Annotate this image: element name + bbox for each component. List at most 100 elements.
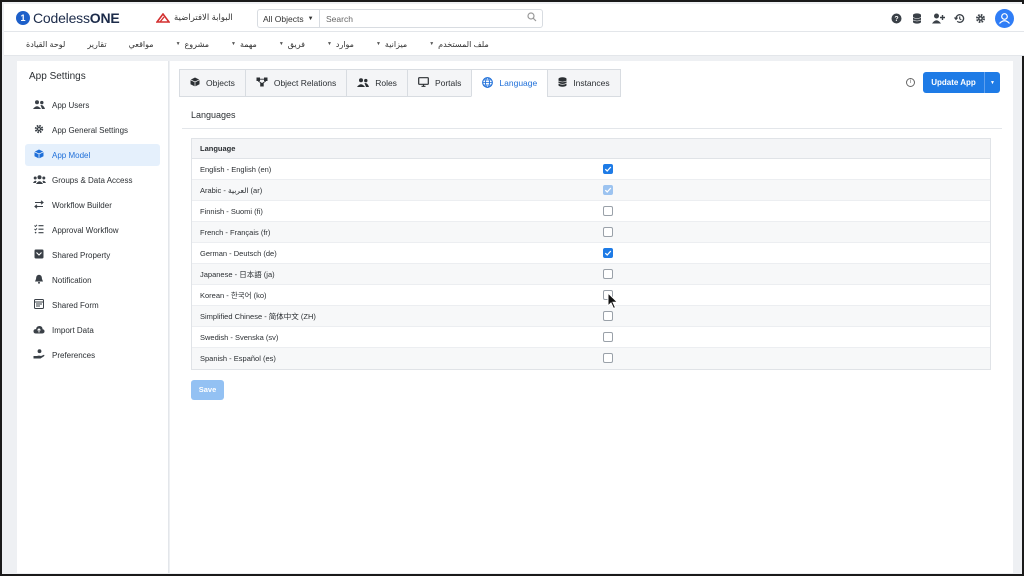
language-name: English - English (en) (200, 164, 272, 174)
update-app-button[interactable]: Update App ▼ (923, 72, 1000, 93)
form-icon (33, 299, 45, 311)
nav-item[interactable]: تقارير (87, 40, 106, 49)
add-user-icon[interactable] (932, 13, 945, 25)
languages-section-title: Languages (191, 110, 236, 120)
table-row: Finnish - Suomi (fi) (192, 201, 990, 222)
sidebar-item-preferences[interactable]: Preferences (25, 344, 160, 366)
table-row: Spanish - Español (es) (192, 348, 990, 369)
language-checkbox[interactable] (603, 227, 613, 237)
caret-down-icon: ▼ (429, 41, 435, 47)
tab-label: Portals (434, 78, 462, 88)
language-name: Simplified Chinese - 简体中文 (ZH) (200, 311, 316, 321)
svg-text:?: ? (894, 16, 898, 23)
nav-item-label: تقارير (87, 39, 107, 49)
save-button[interactable]: Save (191, 380, 224, 400)
language-name: Arabic - العربية (ar) (200, 185, 263, 195)
language-checkbox (603, 185, 613, 195)
database-icon[interactable] (911, 12, 923, 25)
main-panel: Objects Object Relations Roles Portals Langu… (170, 61, 1013, 573)
checkmark-icon (604, 187, 612, 193)
nav-item[interactable]: موارد ▼ (327, 40, 354, 49)
update-app-label: Update App (931, 78, 976, 87)
search-input[interactable] (320, 10, 522, 27)
settings-sidebar: App Settings App Users App General Settin… (17, 61, 169, 573)
nav-item-label: موارد (335, 39, 354, 49)
sidebar-item-label: Import Data (52, 325, 94, 335)
tab-object-relations[interactable]: Object Relations (244, 69, 347, 97)
hand-user-icon (33, 349, 45, 361)
language-checkbox[interactable] (603, 269, 613, 279)
tab-roles[interactable]: Roles (346, 69, 407, 97)
sidebar-item-groups-data-access[interactable]: Groups & Data Access (25, 169, 160, 191)
sidebar-item-label: App Model (52, 150, 91, 160)
language-checkbox[interactable] (603, 332, 613, 342)
app-window: 1 CodelessONE البوابة الافتراضية All Obj… (0, 0, 1024, 576)
table-row: German - Deutsch (de) (192, 243, 990, 264)
caret-down-icon: ▼ (278, 41, 284, 47)
search-icon[interactable] (522, 12, 542, 25)
sidebar-item-label: App Users (52, 100, 90, 110)
info-icon[interactable]: i (906, 78, 915, 87)
nav-item[interactable]: ميزانية ▼ (376, 40, 407, 49)
nav-item-label: ملف المستخدم (438, 39, 489, 49)
cloud-upload-icon (33, 325, 45, 336)
search-scope-select[interactable]: All Objects ▼ (258, 10, 320, 27)
tab-objects[interactable]: Objects (179, 69, 245, 97)
nav-item[interactable]: ملف المستخدم ▼ (429, 40, 489, 49)
sidebar-item-notification[interactable]: Notification (25, 269, 160, 291)
sidebar-item-import-data[interactable]: Import Data (25, 319, 160, 341)
tab-language[interactable]: Language (471, 69, 548, 97)
language-checkbox[interactable] (603, 248, 613, 258)
nav-item-label: مشروع (184, 39, 209, 49)
module-nav-items: ملف المستخدم ▼ ميزانية ▼ موارد ▼ فريق ▼ مهمة ▼ مشر… (26, 32, 489, 56)
user-avatar-icon[interactable] (995, 9, 1014, 28)
help-icon[interactable]: ? (890, 13, 902, 25)
logo-mark-icon: 1 (16, 11, 30, 25)
nav-item-label: ميزانية (384, 39, 408, 49)
app-logo[interactable]: 1 CodelessONE (16, 10, 120, 26)
nav-item-label: مواقعي (128, 39, 154, 49)
sidebar-item-shared-property[interactable]: Shared Property (25, 244, 160, 266)
nav-item[interactable]: مشروع ▼ (176, 40, 209, 49)
table-row: Arabic - العربية (ar) (192, 180, 990, 201)
update-app-dropdown-icon[interactable]: ▼ (984, 72, 1000, 93)
language-checkbox[interactable] (603, 164, 613, 174)
nav-item[interactable]: مواقعي (129, 40, 154, 49)
tab-label: Objects (206, 78, 235, 88)
sidebar-list: App Users App General Settings App Model Gr… (25, 94, 160, 369)
language-name: Spanish - Español (es) (200, 354, 276, 363)
gear-icon[interactable] (974, 13, 986, 25)
portal-selector[interactable]: البوابة الافتراضية (155, 12, 233, 23)
language-checkbox[interactable] (603, 311, 613, 321)
global-search: All Objects ▼ (257, 9, 543, 28)
caret-down-icon: ▼ (326, 41, 332, 47)
sidebar-item-label: Shared Property (52, 250, 111, 260)
tab-portals[interactable]: Portals (406, 69, 472, 97)
arrows-icon (33, 199, 45, 211)
sidebar-item-approval-workflow[interactable]: Approval Workflow (25, 219, 160, 241)
sidebar-item-label: App General Settings (52, 125, 129, 135)
languages-table: Language English - English (en) Arabic - … (191, 138, 991, 370)
tab-label: Instances (573, 78, 610, 88)
language-name: Japanese - 日本語 (ja) (200, 269, 275, 279)
caret-down-icon: ▼ (175, 41, 181, 47)
nav-item[interactable]: مهمة ▼ (231, 40, 257, 49)
portal-name: البوابة الافتراضية (174, 12, 233, 22)
checkmark-icon (604, 166, 612, 172)
tab-instances[interactable]: Instances (547, 69, 621, 97)
nav-item[interactable]: لوحة القيادة (26, 40, 65, 49)
sidebar-item-app-general-settings[interactable]: App General Settings (25, 119, 160, 141)
sidebar-item-label: Preferences (52, 350, 96, 360)
language-checkbox[interactable] (603, 206, 613, 216)
sidebar-item-shared-form[interactable]: Shared Form (25, 294, 160, 316)
logo-text: CodelessONE (33, 10, 120, 26)
sidebar-item-app-users[interactable]: App Users (25, 94, 160, 116)
module-nav: ملف المستخدم ▼ ميزانية ▼ موارد ▼ فريق ▼ مهمة ▼ مشر… (4, 32, 1024, 56)
sidebar-item-app-model[interactable]: App Model (25, 144, 160, 166)
history-icon[interactable] (953, 13, 965, 25)
sidebar-item-workflow-builder[interactable]: Workflow Builder (25, 194, 160, 216)
settings-tabs: Objects Object Relations Roles Portals Langu… (179, 69, 621, 97)
language-checkbox[interactable] (603, 353, 613, 363)
nav-item[interactable]: فريق ▼ (279, 40, 305, 49)
table-row: Simplified Chinese - 简体中文 (ZH) (192, 306, 990, 327)
